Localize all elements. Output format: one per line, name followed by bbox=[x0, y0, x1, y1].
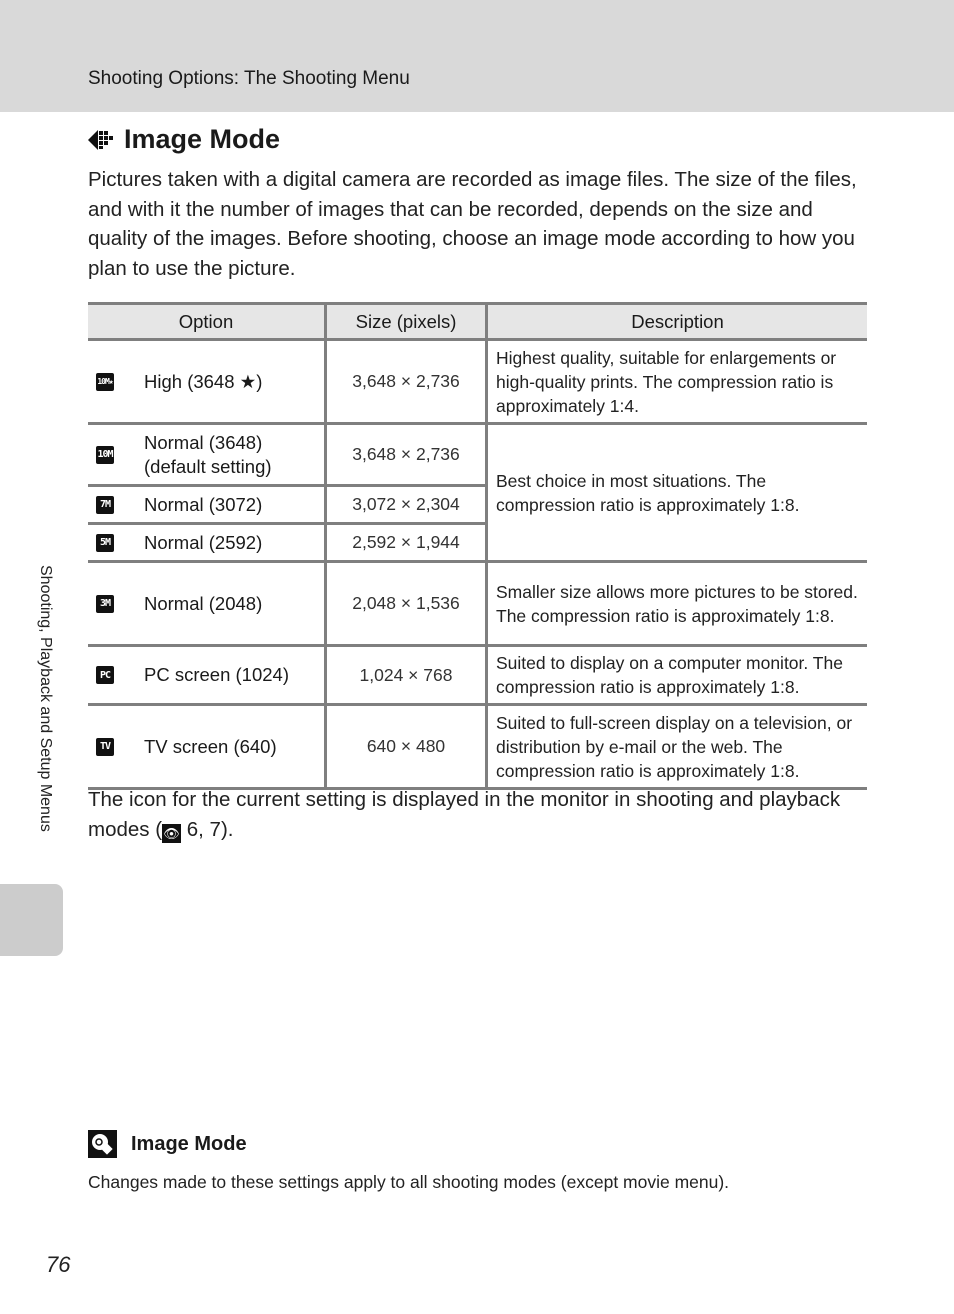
side-section-label: Shooting, Playback and Setup Menus bbox=[37, 565, 54, 832]
size-value: 2,048 × 1,536 bbox=[324, 561, 487, 647]
header-size: Size (pixels) bbox=[324, 302, 487, 341]
normal-3072-icon: 7M bbox=[96, 495, 114, 514]
size-value: 3,648 × 2,736 bbox=[324, 339, 487, 425]
table-row: PC PC screen (1024) 1,024 × 768 Suited t… bbox=[88, 645, 867, 706]
option-label: TV screen (640) bbox=[144, 735, 277, 757]
page-number: 76 bbox=[46, 1252, 71, 1277]
running-header: Shooting Options: The Shooting Menu bbox=[88, 68, 410, 89]
section-title-text: Image Mode bbox=[124, 124, 281, 154]
normal-3648-icon: 10M bbox=[96, 445, 114, 464]
option-label: High (3648 ★) bbox=[144, 370, 263, 392]
description: Suited to display on a computer monitor.… bbox=[485, 645, 867, 706]
option-label: Normal (2592) bbox=[144, 531, 263, 553]
header-option: Option bbox=[88, 302, 326, 341]
pc-screen-icon: PC bbox=[96, 666, 114, 684]
note-title: Image Mode bbox=[131, 1132, 247, 1155]
current-setting-note: The icon for the current setting is disp… bbox=[88, 785, 868, 844]
intro-paragraph: Pictures taken with a digital camera are… bbox=[88, 168, 857, 280]
side-tab-marker bbox=[0, 884, 63, 956]
normal-2592-icon: 5M bbox=[96, 533, 114, 552]
option-label: Normal (3072) bbox=[144, 493, 263, 515]
option-label: Normal (3648) (default setting) bbox=[144, 431, 272, 477]
tv-screen-icon: TV bbox=[96, 737, 114, 756]
section-title: Image Mode bbox=[88, 124, 280, 155]
header-band bbox=[0, 0, 954, 112]
size-value: 3,648 × 2,736 bbox=[324, 423, 487, 487]
image-mode-icon bbox=[88, 129, 113, 150]
table-row: TV TV screen (640) 640 × 480 Suited to f… bbox=[88, 704, 867, 790]
eye-reference-icon: 👁 bbox=[162, 823, 182, 843]
table-row: 3M Normal (2048) 2,048 × 1,536 Smaller s… bbox=[88, 561, 867, 647]
normal-2048-icon: 3M bbox=[96, 594, 114, 613]
size-value: 640 × 480 bbox=[324, 704, 487, 790]
description: Highest quality, suitable for enlargemen… bbox=[485, 339, 867, 425]
page-reference[interactable]: 6, 7). bbox=[181, 818, 234, 841]
description: Smaller size allows more pictures to be … bbox=[485, 561, 867, 647]
table-row: 10M Normal (3648) (default setting) 3,64… bbox=[88, 423, 867, 563]
description: Best choice in most situations. The comp… bbox=[485, 423, 867, 563]
option-label: PC screen (1024) bbox=[144, 664, 289, 685]
high-3648-icon: 10M★ bbox=[96, 372, 114, 391]
size-value: 1,024 × 768 bbox=[324, 645, 487, 706]
size-value: 2,592 × 1,944 bbox=[324, 523, 487, 563]
header-description: Description bbox=[485, 302, 867, 341]
image-mode-table: Option Size (pixels) Description 10M★ Hi… bbox=[88, 302, 867, 790]
size-value: 3,072 × 2,304 bbox=[324, 485, 487, 525]
table-row: 10M★ High (3648 ★) 3,648 × 2,736 Highest… bbox=[88, 339, 867, 425]
note-body: Changes made to these settings apply to … bbox=[88, 1172, 730, 1192]
note-heading: Image Mode bbox=[88, 1130, 247, 1158]
description: Suited to full-screen display on a telev… bbox=[485, 704, 867, 790]
lightbulb-note-icon bbox=[88, 1130, 117, 1158]
option-label: Normal (2048) bbox=[144, 592, 263, 614]
table-header-row: Option Size (pixels) Description bbox=[88, 302, 867, 341]
